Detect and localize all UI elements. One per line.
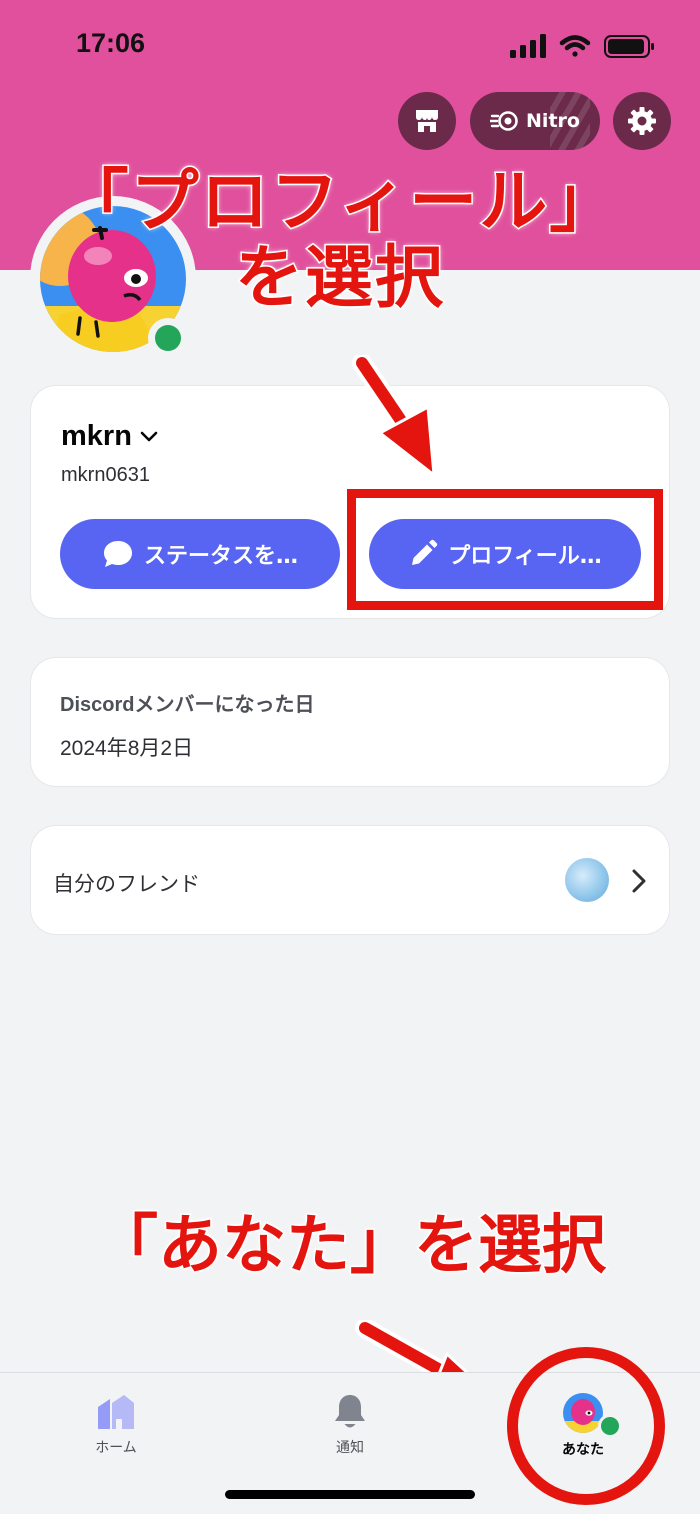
wifi-icon [559, 35, 591, 57]
nitro-button[interactable]: Nitro [470, 92, 600, 150]
edit-profile-highlight [347, 489, 663, 610]
online-status-indicator [148, 318, 188, 358]
chat-bubble-icon [103, 541, 132, 567]
nitro-icon [490, 111, 518, 131]
annotation-line-2: を選択 [233, 239, 445, 318]
status-icons [510, 34, 654, 58]
set-status-button[interactable]: ステータスを… [60, 519, 340, 589]
signal-icon [510, 34, 546, 58]
nitro-stripes [550, 92, 590, 150]
shop-icon [416, 110, 438, 132]
shop-button[interactable] [398, 92, 456, 150]
home-icon [98, 1395, 134, 1429]
tab-notifications-label: 通知 [336, 1440, 364, 1456]
member-since-label: Discordメンバーになった日 [60, 694, 315, 716]
annotation-line-1: 「プロフィール」 [59, 163, 620, 242]
tab-you-highlight-circle [507, 1347, 665, 1505]
friends-card[interactable]: 自分のフレンド [30, 825, 670, 935]
tab-home[interactable]: ホーム [56, 1393, 176, 1457]
home-indicator [225, 1490, 475, 1499]
display-name-row[interactable]: mkrn [61, 420, 158, 453]
friends-label: 自分のフレンド [53, 872, 200, 896]
member-since-card: Discordメンバーになった日 2024年8月2日 [30, 657, 670, 787]
chevron-down-icon [140, 431, 158, 441]
member-since-date: 2024年8月2日 [60, 737, 194, 760]
battery-icon [604, 35, 654, 58]
arrow-to-profile-button [352, 355, 436, 477]
settings-button[interactable] [613, 92, 671, 150]
gear-icon [628, 107, 656, 135]
chevron-right-icon [632, 869, 646, 893]
annotation-select-you: 「あなた」を選択 [93, 1208, 608, 1285]
friend-avatar [565, 858, 609, 902]
username: mkrn0631 [61, 464, 150, 486]
annotation-select-profile: 「プロフィール」 を選択 [30, 163, 650, 318]
set-status-label: ステータスを… [143, 544, 298, 569]
tab-home-label: ホーム [95, 1440, 137, 1456]
bell-icon [335, 1395, 365, 1428]
status-time: 17:06 [76, 28, 146, 58]
status-bar: 17:06 [0, 0, 700, 90]
display-name: mkrn [61, 420, 132, 452]
tab-notifications[interactable]: 通知 [290, 1393, 410, 1457]
